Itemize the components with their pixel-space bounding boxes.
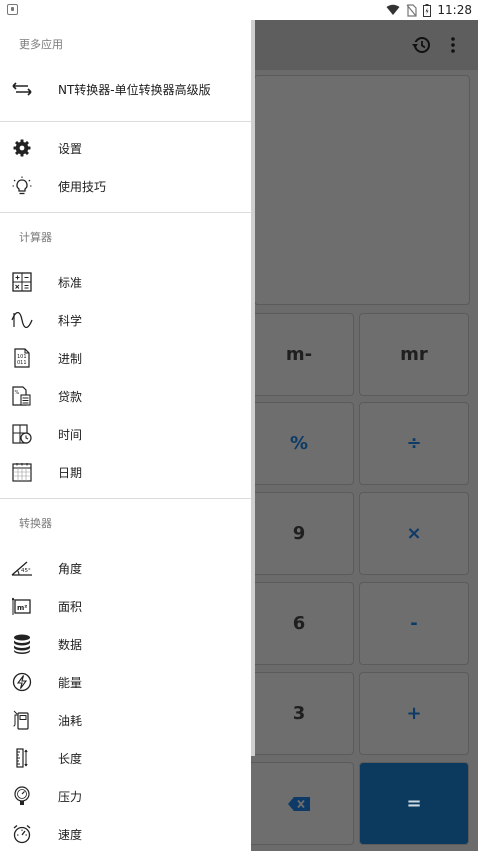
plus-key[interactable]: + [359, 672, 469, 755]
converter-item-fuel[interactable]: 油耗 [0, 701, 251, 739]
calculator-item-standard[interactable]: 标准 [0, 263, 251, 301]
converter-label: 角度 [58, 561, 83, 576]
energy-bolt-icon [10, 670, 34, 694]
svg-text:45°: 45° [21, 568, 31, 574]
converter-label: 压力 [58, 789, 83, 804]
area-icon: m² [10, 594, 34, 618]
binary-document-icon: 101 011 [10, 346, 34, 370]
angle-icon: 45° [10, 556, 34, 580]
converters-header: 转换器 [19, 517, 52, 530]
calculator-item-date[interactable]: 日期 [0, 453, 251, 491]
wifi-icon [386, 4, 400, 15]
more-apps-item-label: NT转换器-单位转换器高级版 [58, 82, 211, 97]
calculator-item-scientific[interactable]: 科学 [0, 301, 251, 339]
calculator-item-loan[interactable]: % 贷款 [0, 377, 251, 415]
calculator-label: 标准 [58, 275, 83, 290]
calculator-label: 贷款 [58, 389, 83, 404]
converter-item-energy[interactable]: 能量 [0, 663, 251, 701]
standard-calculator-icon [10, 270, 34, 294]
converter-label: 长度 [58, 751, 83, 766]
percent-key[interactable]: % [244, 402, 354, 485]
status-time: 11:28 [437, 3, 472, 17]
converter-item-area[interactable]: m² 面积 [0, 587, 251, 625]
svg-text:m²: m² [17, 604, 27, 612]
drawer-scrollbar[interactable] [251, 20, 255, 756]
svg-text:%: % [15, 390, 20, 396]
loan-document-icon: % [10, 384, 34, 408]
calculator-label: 科学 [58, 313, 83, 328]
converter-item-data[interactable]: 数据 [0, 625, 251, 663]
calendar-icon [10, 460, 34, 484]
multiply-key[interactable]: × [359, 492, 469, 575]
m-minus-key[interactable]: m- [244, 313, 354, 396]
converter-item-speed[interactable]: 速度 [0, 815, 251, 851]
fuel-pump-icon [10, 708, 34, 732]
lightbulb-icon [10, 174, 34, 198]
ruler-icon [10, 746, 34, 770]
speed-alarm-icon [10, 822, 34, 846]
time-calculator-icon [10, 422, 34, 446]
calculator-item-time[interactable]: 时间 [0, 415, 251, 453]
calculator-display [254, 75, 470, 305]
database-icon [10, 632, 34, 656]
divide-key[interactable]: ÷ [359, 402, 469, 485]
no-sim-icon [406, 3, 418, 17]
calculator-label: 进制 [58, 351, 83, 366]
backspace-icon [288, 796, 310, 811]
converter-label: 面积 [58, 599, 83, 614]
tips-label: 使用技巧 [58, 179, 107, 194]
navigation-drawer: 更多应用 NT转换器-单位转换器高级版 设置 使用技巧 计算器 标准 科学 10… [0, 20, 251, 851]
converter-item-angle[interactable]: 45° 角度 [0, 549, 251, 587]
menu-item-tips[interactable]: 使用技巧 [0, 167, 251, 205]
more-apps-item-nt-converter[interactable]: NT转换器-单位转换器高级版 [0, 70, 251, 108]
status-bar: 11:28 [0, 0, 478, 20]
calculators-header: 计算器 [19, 231, 52, 244]
shield-notification-icon [7, 4, 18, 15]
calculator-label: 日期 [58, 465, 83, 480]
nine-key[interactable]: 9 [244, 492, 354, 575]
pressure-gauge-icon [10, 784, 34, 808]
six-key[interactable]: 6 [244, 582, 354, 665]
gear-icon [10, 136, 34, 160]
three-key[interactable]: 3 [244, 672, 354, 755]
converter-label: 油耗 [58, 713, 83, 728]
mr-key[interactable]: mr [359, 313, 469, 396]
more-apps-header: 更多应用 [19, 38, 63, 51]
converter-item-pressure[interactable]: 压力 [0, 777, 251, 815]
backspace-key[interactable] [244, 762, 354, 845]
converter-label: 能量 [58, 675, 83, 690]
minus-key[interactable]: - [359, 582, 469, 665]
swap-arrows-icon [10, 77, 34, 101]
converter-label: 速度 [58, 827, 83, 842]
equals-key[interactable]: = [359, 762, 469, 845]
calculator-item-base[interactable]: 101 011 进制 [0, 339, 251, 377]
calculator-label: 时间 [58, 427, 83, 442]
settings-label: 设置 [58, 141, 83, 156]
more-vert-icon[interactable] [450, 35, 456, 55]
converter-label: 数据 [58, 637, 83, 652]
svg-text:011: 011 [17, 360, 27, 366]
converter-item-length[interactable]: 长度 [0, 739, 251, 777]
app-toolbar [254, 20, 478, 70]
scientific-wave-icon [10, 308, 34, 332]
menu-item-settings[interactable]: 设置 [0, 129, 251, 167]
battery-icon [423, 3, 432, 17]
history-icon[interactable] [411, 35, 431, 55]
